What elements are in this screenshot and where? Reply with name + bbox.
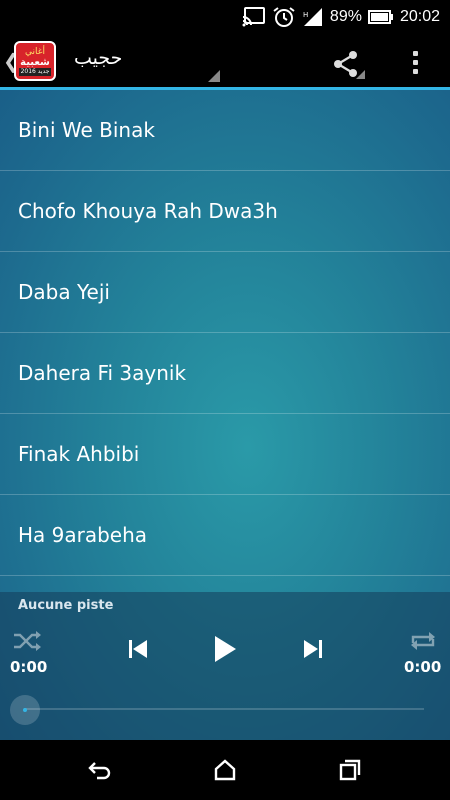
action-bar: ❮ أغاني شعبية جديد 2016 حجيب — [0, 33, 450, 89]
shuffle-icon — [14, 631, 41, 651]
next-button[interactable] — [302, 638, 324, 660]
status-bar: H 89% 20:02 — [0, 0, 450, 33]
recents-icon — [339, 759, 361, 781]
seek-thumb[interactable] — [10, 695, 40, 725]
elapsed-time: 0:00 — [10, 658, 48, 676]
repeat-icon — [411, 632, 435, 650]
overflow-menu-button[interactable] — [400, 44, 430, 80]
track-title: Ha 9arabeha — [18, 523, 148, 547]
alarm-icon — [272, 5, 296, 29]
svg-text:H: H — [303, 11, 308, 19]
previous-button[interactable] — [127, 638, 149, 660]
app-logo-line2: شعبية — [20, 56, 50, 68]
track-item[interactable]: Dahera Fi 3aynik — [0, 333, 450, 414]
overflow-dot — [412, 50, 418, 56]
track-title: Bini We Binak — [18, 118, 155, 142]
track-title: Daba Yeji — [18, 280, 110, 304]
overflow-dot — [412, 68, 418, 74]
track-title: Dahera Fi 3aynik — [18, 361, 187, 385]
app-logo-line1: أغاني — [25, 46, 45, 57]
page-title[interactable]: حجيب — [74, 47, 122, 69]
app-logo[interactable]: أغاني شعبية جديد 2016 — [14, 41, 56, 81]
battery-icon — [367, 5, 394, 29]
next-icon — [304, 640, 322, 658]
overflow-dot — [412, 59, 418, 65]
recents-button[interactable] — [332, 754, 368, 786]
track-item[interactable]: Chofo Khouya Rah Dwa3h — [0, 171, 450, 252]
track-item[interactable]: Daba Yeji — [0, 252, 450, 333]
play-icon — [215, 636, 236, 662]
now-playing-label: Aucune piste — [18, 598, 114, 613]
battery-percent: 89% — [329, 7, 362, 25]
navigation-bar — [0, 740, 450, 800]
shuffle-button[interactable] — [12, 630, 42, 652]
home-button[interactable] — [207, 754, 243, 786]
content-area: Bini We Binak Chofo Khouya Rah Dwa3h Dab… — [0, 90, 450, 740]
clock: 20:02 — [399, 7, 440, 25]
track-list[interactable]: Bini We Binak Chofo Khouya Rah Dwa3h Dab… — [0, 90, 450, 590]
back-button[interactable] — [82, 754, 118, 786]
total-time: 0:00 — [404, 658, 442, 676]
app-logo-line3: جديد 2016 — [18, 67, 52, 76]
track-title: Finak Ahbibi — [18, 442, 140, 466]
track-item[interactable]: Bini We Binak — [0, 90, 450, 171]
play-button[interactable] — [212, 634, 238, 664]
track-title: Chofo Khouya Rah Dwa3h — [18, 199, 278, 223]
share-dropdown-indicator-icon — [356, 70, 365, 79]
seek-bar[interactable] — [24, 708, 424, 710]
seek-thumb-dot — [23, 708, 27, 712]
back-icon — [88, 762, 111, 780]
track-item[interactable]: Ha 9arabeha — [0, 495, 450, 576]
signal-icon: H — [302, 5, 324, 29]
home-icon — [214, 759, 236, 781]
repeat-button[interactable] — [408, 630, 438, 652]
previous-icon — [129, 640, 147, 658]
track-item[interactable]: Finak Ahbibi — [0, 414, 450, 495]
player-panel: Aucune piste 0:00 0:00 — [0, 592, 450, 740]
spinner-indicator-icon — [208, 70, 220, 82]
cast-icon — [242, 5, 266, 29]
